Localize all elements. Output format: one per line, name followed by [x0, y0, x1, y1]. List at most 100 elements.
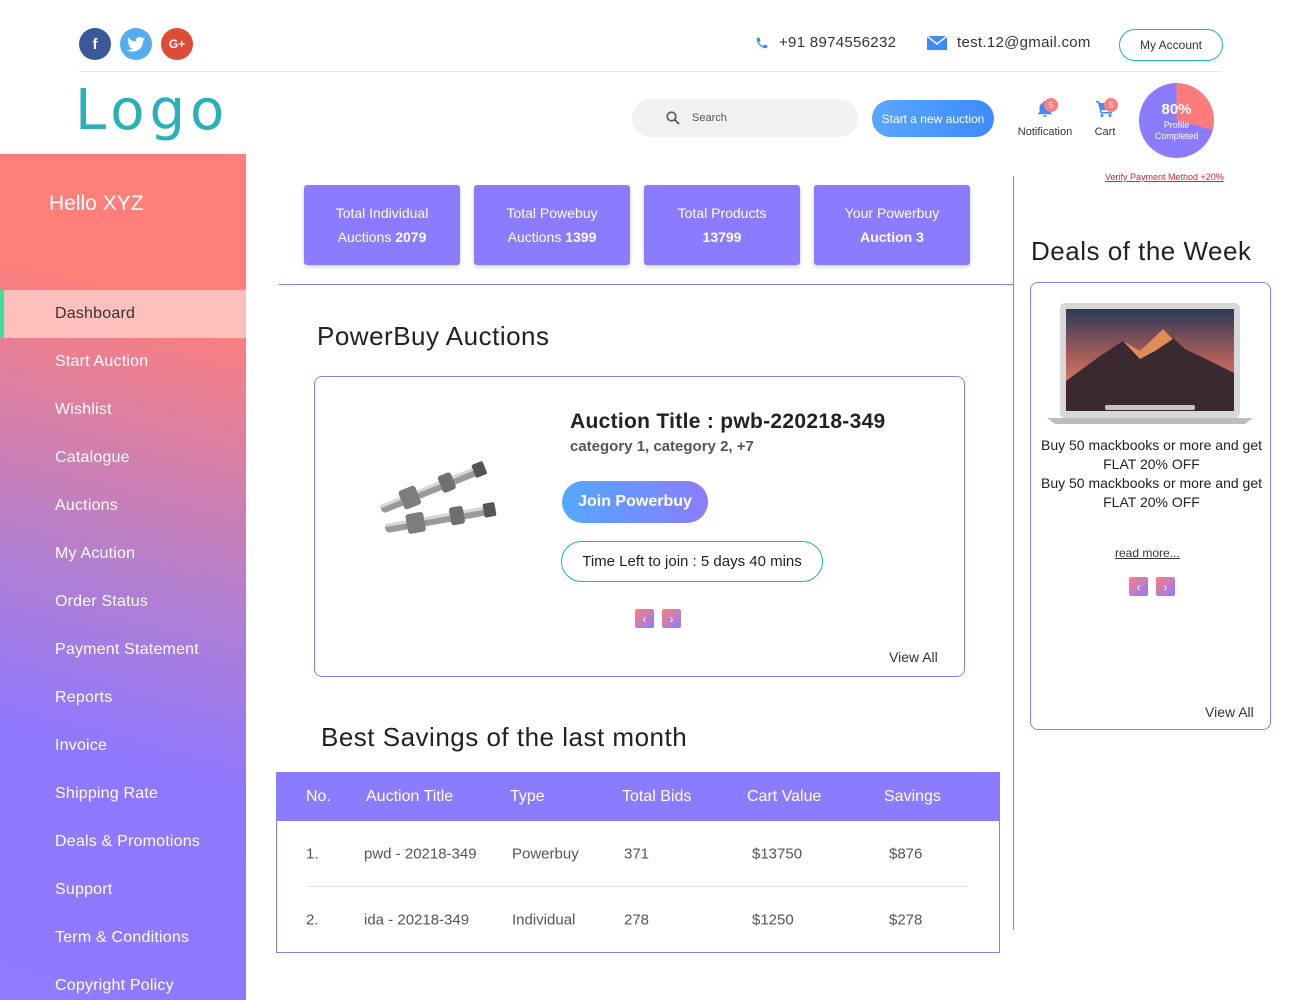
view-all-link[interactable]: View All [1205, 704, 1254, 720]
column-divider [1013, 176, 1014, 930]
cart-badge: 5 [1104, 98, 1118, 112]
chevron-right-icon[interactable]: › [1156, 577, 1175, 596]
stat-card-individual-auctions[interactable]: Total Individual Auctions 2079 [304, 185, 460, 265]
sidebar-item-auctions[interactable]: Auctions [0, 482, 246, 530]
sidebar-item-wishlist[interactable]: Wishlist [0, 386, 246, 434]
sidebar-item-support[interactable]: Support [0, 866, 246, 914]
sidebar-item-order-status[interactable]: Order Status [0, 578, 246, 626]
product-image [373, 453, 503, 548]
sidebar-item-reports[interactable]: Reports [0, 674, 246, 722]
stat-label: Your Powerbuy [844, 205, 940, 221]
column-header: Total Bids [622, 788, 692, 805]
stat-label: Auctions [337, 229, 396, 245]
stat-card-total-products[interactable]: Total Products 13799 [644, 185, 800, 265]
savings-table: No. Auction Title Type Total Bids Cart V… [276, 772, 1000, 953]
profile-label-line2: Completed [1154, 131, 1199, 141]
sidebar-item-invoice[interactable]: Invoice [0, 722, 246, 770]
table-cell: 278 [624, 911, 650, 929]
start-new-auction-button[interactable]: Start a new auction [872, 100, 994, 137]
column-header: Auction Title [366, 788, 454, 805]
carousel-controls: ‹ › [635, 609, 681, 628]
auction-categories: category 1, category 2, +7 [570, 438, 754, 455]
sidebar-item-deals-promotions[interactable]: Deals & Promotions [0, 818, 246, 866]
search-input[interactable]: Search [632, 99, 858, 137]
table-cell: $278 [889, 911, 923, 929]
sidebar-item-payment-statement[interactable]: Payment Statement [0, 626, 246, 674]
column-header: Type [510, 788, 545, 805]
powerbuy-section-title: PowerBuy Auctions [317, 321, 550, 351]
column-header: Cart Value [747, 788, 822, 805]
table-cell: 371 [624, 845, 650, 862]
phone-icon [755, 36, 769, 50]
table-cell: Powerbuy [512, 845, 579, 862]
sidebar-item-copyright[interactable]: Copyright Policy [0, 962, 246, 1000]
stat-card-powerbuy-auctions[interactable]: Total Powebuy Auctions 1399 [474, 185, 630, 265]
table-row[interactable]: 1. pwd - 20218-349 Powerbuy 371 $13750 $… [306, 821, 968, 887]
deal-description: Buy 50 mackbooks or more and get FLAT 20… [1039, 436, 1264, 512]
table-cell: $13750 [752, 845, 803, 862]
profile-completion-gauge[interactable]: 80% Profile Completed [1139, 83, 1214, 158]
sidebar: Hello XYZ Dashboard Start Auction Wishli… [0, 154, 246, 1000]
table-cell: ida - 20218-349 [364, 911, 470, 929]
notification-badge: 5 [1044, 98, 1058, 112]
logo[interactable]: Logo [75, 78, 229, 143]
profile-label-line1: Profile [1163, 120, 1190, 130]
stat-value: Auction 3 [860, 229, 924, 245]
mail-icon [927, 35, 947, 50]
view-all-link[interactable]: View All [889, 649, 938, 665]
stat-label: Auctions [507, 229, 566, 245]
phone-number: +91 8974556232 [779, 34, 897, 51]
notification-label: Notification [1017, 126, 1073, 138]
chevron-right-icon[interactable]: › [662, 609, 681, 628]
twitter-icon[interactable] [120, 28, 152, 60]
sidebar-item-shipping-rate[interactable]: Shipping Rate [0, 770, 246, 818]
social-links: f G+ [79, 28, 193, 60]
search-placeholder: Search [692, 112, 727, 124]
stat-card-your-powerbuy[interactable]: Your Powerbuy Auction 3 [814, 185, 970, 265]
profile-percent: 80% [1161, 101, 1192, 118]
table-cell: 1. [306, 845, 319, 862]
table-cell: Individual [512, 911, 576, 929]
phone-contact: +91 8974556232 [755, 34, 896, 51]
sidebar-item-terms[interactable]: Term & Conditions [0, 914, 246, 962]
sidebar-nav: Dashboard Start Auction Wishlist Catalog… [0, 290, 246, 1000]
deal-text-line: Buy 50 mackbooks or more and get FLAT 20… [1040, 437, 1262, 472]
sidebar-item-dashboard[interactable]: Dashboard [0, 290, 246, 338]
deal-text-line: Buy 50 mackbooks or more and get FLAT 20… [1040, 475, 1262, 510]
email-contact: test.12@gmail.com [927, 34, 1091, 51]
column-header: No. [306, 788, 331, 805]
read-more-link[interactable]: read more... [1115, 546, 1180, 560]
facebook-icon[interactable]: f [79, 28, 111, 60]
my-account-button[interactable]: My Account [1119, 29, 1223, 61]
sidebar-item-start-auction[interactable]: Start Auction [0, 338, 246, 386]
sidebar-item-catalogue[interactable]: Catalogue [0, 434, 246, 482]
stat-value: 1399 [565, 229, 597, 245]
savings-section-title: Best Savings of the last month [321, 722, 688, 752]
stat-label: Total Products [677, 205, 767, 221]
column-header: Savings [884, 788, 941, 805]
google-plus-icon[interactable]: G+ [161, 28, 193, 60]
stat-value: 2079 [395, 229, 427, 245]
stat-value: 13799 [702, 229, 742, 245]
join-powerbuy-button[interactable]: Join Powerbuy [562, 481, 708, 523]
laptop-image [1045, 301, 1255, 431]
email-address: test.12@gmail.com [957, 34, 1091, 51]
cart-button[interactable]: 5 Cart [1091, 98, 1119, 138]
stat-label: Total Powebuy [506, 205, 598, 221]
chevron-left-icon[interactable]: ‹ [1129, 577, 1148, 596]
search-icon [666, 111, 680, 125]
divider [279, 284, 1014, 285]
cart-label: Cart [1094, 126, 1116, 138]
table-row[interactable]: 2. ida - 20218-349 Individual 278 $1250 … [277, 887, 999, 953]
table-cell: pwd - 20218-349 [364, 845, 477, 862]
powerbuy-card: Auction Title : pwb-220218-349 category … [314, 376, 965, 677]
stat-label: Total Individual [335, 205, 429, 221]
sidebar-item-my-auction[interactable]: My Acution [0, 530, 246, 578]
auction-title: Auction Title : pwb-220218-349 [570, 410, 886, 433]
carousel-controls: ‹ › [1129, 577, 1175, 596]
notification-button[interactable]: 5 Notification [1015, 98, 1075, 138]
table-cell: 2. [306, 911, 319, 929]
table-header: No. Auction Title Type Total Bids Cart V… [277, 773, 999, 821]
verify-payment-link[interactable]: Verify Payment Method +20% [1105, 172, 1224, 182]
chevron-left-icon[interactable]: ‹ [635, 609, 654, 628]
